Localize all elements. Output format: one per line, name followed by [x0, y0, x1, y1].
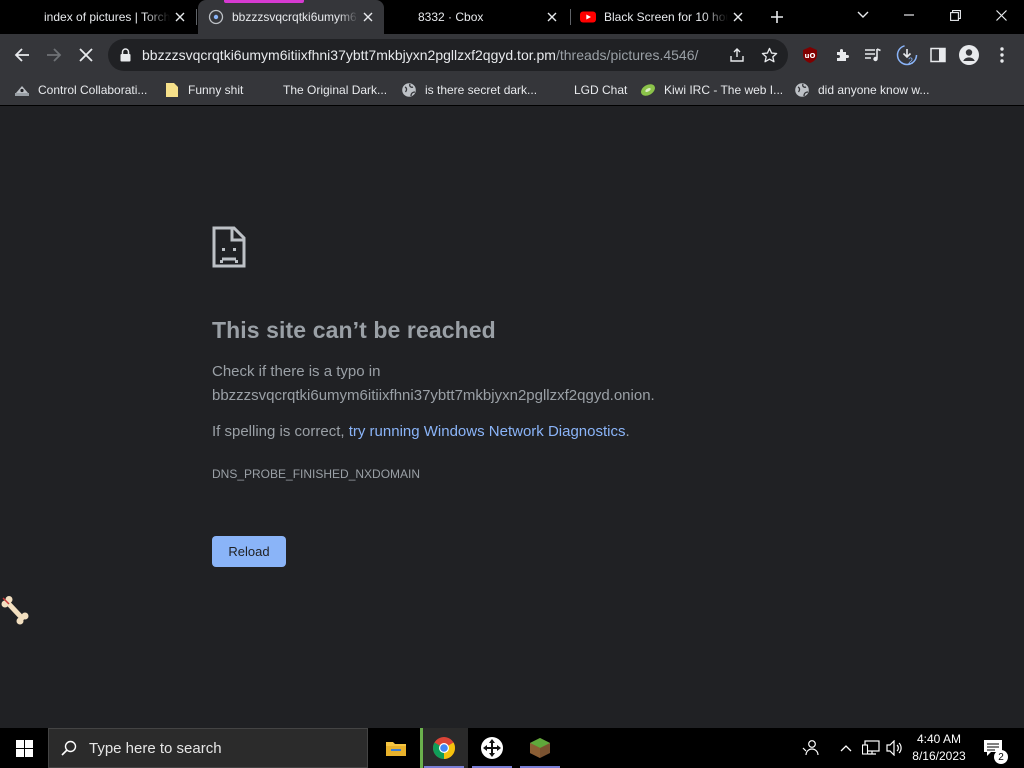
- bookmark-funny-folder[interactable]: Funny shit: [164, 76, 243, 104]
- chrome-taskbar-icon[interactable]: [420, 728, 468, 768]
- back-button[interactable]: [6, 39, 38, 71]
- error-title: This site can’t be reached: [212, 317, 496, 343]
- tab-onion-site[interactable]: bbzzzsvqcrqtki6umym6itiixfhni37ybtt7mkbj…: [198, 0, 384, 34]
- tab-title: index of pictures | Torch: [44, 10, 170, 24]
- blank-icon: [259, 82, 275, 98]
- network-status-icon[interactable]: [860, 728, 882, 768]
- tab-cbox[interactable]: 8332 · Cbox: [386, 0, 568, 34]
- blank-icon: [550, 82, 566, 98]
- close-window-button[interactable]: [978, 0, 1024, 30]
- downloads-icon[interactable]: 2: [895, 43, 919, 67]
- file-explorer-icon[interactable]: [372, 728, 420, 768]
- minimize-button[interactable]: [886, 0, 932, 30]
- bookmark-label: Control Collaborati...: [38, 83, 148, 97]
- typo-hint: Check if there is a typo in: [212, 363, 381, 380]
- search-placeholder: Type here to search: [89, 739, 222, 757]
- bookmark-kiwi-irc[interactable]: Kiwi IRC - The web I...: [640, 76, 783, 104]
- volume-icon[interactable]: [884, 728, 906, 768]
- stop-loading-button[interactable]: [70, 39, 102, 71]
- error-diagnostics-message: If spelling is correct, try running Wind…: [212, 423, 630, 440]
- restore-button[interactable]: [932, 0, 978, 30]
- bookmark-star-icon[interactable]: [758, 44, 780, 66]
- notification-center-icon[interactable]: 2: [980, 728, 1008, 768]
- tab-separator: [196, 9, 197, 25]
- youtube-icon: [580, 9, 596, 25]
- side-panel-icon[interactable]: [926, 43, 950, 67]
- forward-button[interactable]: [38, 39, 70, 71]
- bookmark-secret-dark[interactable]: is there secret dark...: [401, 76, 537, 104]
- url-host: bbzzzsvqcrqtki6umym6itiixfhni37ybtt7mkbj…: [142, 47, 556, 63]
- browser-toolbar: bbzzzsvqcrqtki6umym6itiixfhni37ybtt7mkbj…: [0, 34, 1024, 76]
- minecraft-icon[interactable]: [516, 728, 564, 768]
- people-icon[interactable]: [798, 728, 824, 768]
- bookmark-label: LGD Chat: [574, 83, 628, 97]
- menu-dots-icon[interactable]: [990, 43, 1014, 67]
- error-host: bbzzzsvqcrqtki6umym6itiixfhni37ybtt7mkbj…: [212, 387, 655, 404]
- folder-icon: [164, 82, 180, 98]
- globe-icon: [401, 82, 417, 98]
- windows-taskbar: Type here to search 4:40 AM 8/16/2023 2: [0, 728, 1024, 768]
- bookmark-label: did anyone know w...: [818, 83, 930, 97]
- tab-black-screen[interactable]: Black Screen for 10 hours: [572, 0, 754, 34]
- globe-icon: [208, 9, 224, 25]
- tab-index-of-pictures[interactable]: index of pictures | Torch: [0, 0, 196, 34]
- sad-page-icon: [212, 226, 246, 273]
- url-text[interactable]: bbzzzsvqcrqtki6umym6itiixfhni37ybtt7mkbj…: [142, 47, 698, 63]
- close-icon[interactable]: [728, 7, 748, 27]
- active-indicator: [420, 728, 423, 768]
- tab-title: 8332 · Cbox: [418, 10, 484, 24]
- extensions-puzzle-icon[interactable]: [830, 43, 854, 67]
- bookmark-label: is there secret dark...: [425, 83, 538, 97]
- ublock-icon[interactable]: uO: [798, 43, 822, 67]
- bookmarks-bar: Control Collaborati... Funny shit The Or…: [0, 76, 1024, 106]
- close-icon[interactable]: [542, 7, 562, 27]
- tab-title: Black Screen for 10 hours: [604, 10, 728, 24]
- media-queue-icon[interactable]: [861, 43, 885, 67]
- search-icon: [61, 740, 77, 756]
- notification-count: 2: [994, 750, 1008, 764]
- tab-separator: [570, 9, 571, 25]
- bookmark-label: Kiwi IRC - The web I...: [664, 83, 784, 97]
- error-typo-message: Check if there is a typo in bbzzzsvqcrqt…: [212, 360, 832, 408]
- tab-search-button[interactable]: [840, 0, 886, 30]
- error-code: DNS_PROBE_FINISHED_NXDOMAIN: [212, 467, 421, 481]
- share-icon[interactable]: [726, 44, 748, 66]
- close-icon[interactable]: [170, 7, 190, 27]
- new-tab-button[interactable]: [764, 4, 790, 30]
- spelling-prefix: If spelling is correct,: [212, 423, 349, 440]
- bookmark-original-dark[interactable]: The Original Dark...: [259, 76, 387, 104]
- address-bar[interactable]: bbzzzsvqcrqtki6umym6itiixfhni37ybtt7mkbj…: [108, 39, 788, 71]
- close-icon[interactable]: [358, 7, 378, 27]
- tab-strip: index of pictures | Torch bbzzzsvqcrqtki…: [0, 0, 1024, 34]
- page-content: This site can’t be reached Check if ther…: [0, 107, 1024, 728]
- start-button[interactable]: [0, 728, 48, 768]
- profile-avatar-icon[interactable]: [957, 43, 981, 67]
- bookmark-did-anyone-know[interactable]: did anyone know w...: [794, 76, 929, 104]
- hat-icon: [14, 82, 30, 98]
- network-diagnostics-link[interactable]: try running Windows Network Diagnostics: [349, 423, 626, 440]
- reload-button[interactable]: Reload: [212, 536, 286, 567]
- bookmark-label: Funny shit: [188, 83, 244, 97]
- lock-icon[interactable]: [120, 48, 131, 67]
- downloads-count: 2: [908, 56, 914, 66]
- spelling-suffix: .: [625, 423, 630, 440]
- kiwi-icon: [640, 82, 656, 98]
- taskbar-clock[interactable]: 4:40 AM 8/16/2023: [906, 731, 972, 765]
- taskbar-search-box[interactable]: Type here to search: [48, 728, 368, 768]
- bookmark-control-collaboration[interactable]: Control Collaborati...: [14, 76, 147, 104]
- bone-cursor-icon: [0, 595, 32, 630]
- bookmark-label: The Original Dark...: [283, 83, 388, 97]
- url-path: /threads/pictures.4546/: [555, 47, 699, 63]
- clock-date: 8/16/2023: [912, 749, 966, 763]
- network-app-icon[interactable]: [468, 728, 516, 768]
- clock-time: 4:40 AM: [916, 732, 962, 746]
- show-hidden-icons-chevron[interactable]: [836, 728, 856, 768]
- tab-title: bbzzzsvqcrqtki6umym6itiixfhni37ybtt7mkbj…: [232, 10, 358, 24]
- globe-icon: [794, 82, 810, 98]
- svg-text:uO: uO: [805, 52, 816, 60]
- bookmark-lgd-chat[interactable]: LGD Chat: [550, 76, 627, 104]
